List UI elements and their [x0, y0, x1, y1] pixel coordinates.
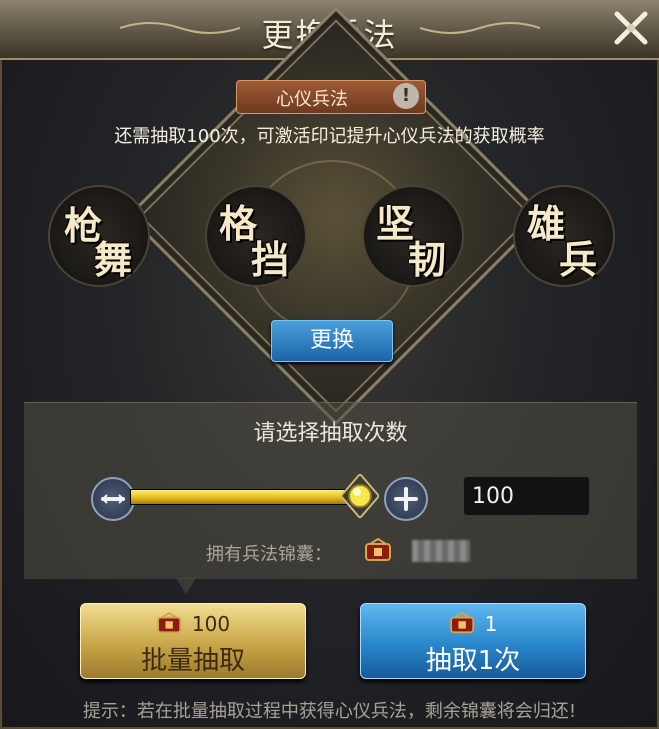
decrease-button[interactable] — [91, 477, 135, 521]
close-button[interactable] — [607, 4, 655, 52]
plus-icon — [394, 487, 418, 511]
increase-button[interactable] — [384, 477, 428, 521]
single-draw-label: 抽取1次 — [425, 646, 521, 676]
panel-pointer — [176, 578, 196, 594]
footer-tip: 提示：若在批量抽取过程中获得心仪兵法，剩余锦囊将会归还! — [82, 701, 577, 722]
slider-fill — [131, 490, 361, 504]
swap-button[interactable]: 更换 — [271, 320, 393, 362]
close-icon — [614, 11, 648, 45]
silk-bag-icon — [449, 611, 474, 634]
owned-bags-count-blurred — [412, 540, 470, 562]
minus-icon — [101, 494, 125, 504]
draw-count-slider[interactable] — [130, 489, 362, 505]
tactic-token-1-char-bottom: 舞 — [94, 237, 133, 282]
favorite-tactic-tag: 心仪兵法 ! — [236, 80, 426, 114]
owned-bags-label: 拥有兵法锦囊： — [206, 544, 332, 565]
single-draw-cost-value: 1 — [484, 612, 498, 636]
tactic-token-4[interactable]: 雄 兵 — [513, 185, 615, 287]
activation-hint: 还需抽取100次，可激活印记提升心仪兵法的获取概率 — [114, 126, 545, 147]
batch-draw-button[interactable]: 100 批量抽取 — [80, 603, 306, 679]
single-draw-cost: 1 — [361, 611, 585, 636]
batch-draw-cost: 100 — [81, 611, 305, 636]
draw-count-input[interactable]: 100 — [463, 476, 590, 516]
tactic-token-4-char-bottom: 兵 — [559, 237, 598, 282]
draw-count-title: 请选择抽取次数 — [253, 421, 408, 446]
tactic-token-2[interactable]: 格 挡 — [205, 185, 307, 287]
slider-thumb-icon[interactable] — [341, 474, 379, 518]
favorite-tactic-label: 心仪兵法 — [276, 89, 348, 110]
tactic-token-1[interactable]: 枪 舞 — [48, 185, 150, 287]
silk-bag-icon — [365, 538, 391, 561]
info-icon[interactable]: ! — [393, 83, 419, 109]
swap-tactics-window: 更换兵法 心仪兵法 ! 还需抽取100次，可激活印记提升心仪兵法的获取概率 枪 … — [0, 0, 659, 729]
single-draw-button[interactable]: 1 抽取1次 — [360, 603, 586, 679]
tactic-token-3[interactable]: 坚 韧 — [362, 185, 464, 287]
batch-draw-cost-value: 100 — [191, 612, 231, 636]
silk-bag-icon — [157, 611, 182, 634]
batch-draw-label: 批量抽取 — [140, 646, 245, 676]
tactic-token-2-char-bottom: 挡 — [251, 237, 290, 282]
tactic-token-3-char-bottom: 韧 — [408, 237, 447, 282]
